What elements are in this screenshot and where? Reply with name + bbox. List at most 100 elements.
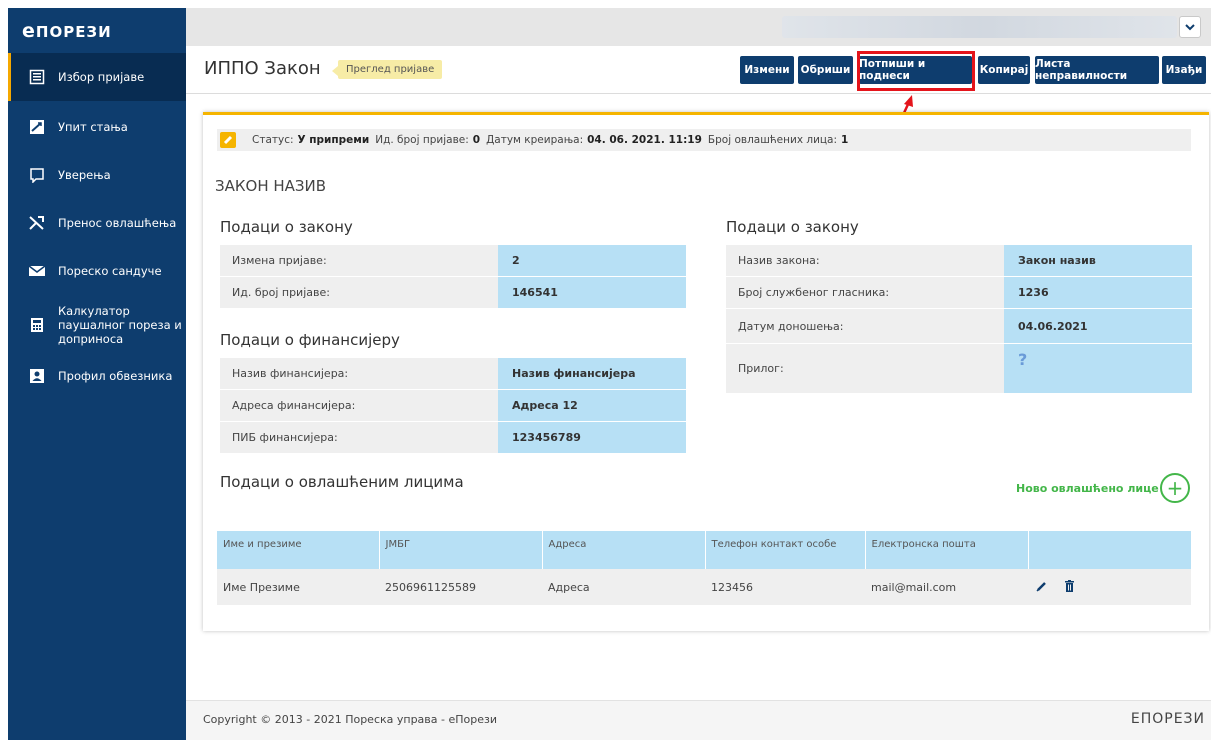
attachment-help-icon[interactable]: ? xyxy=(1004,344,1192,394)
sidebar-item-label: Профил обвезника xyxy=(58,369,173,383)
kv-value: 2 xyxy=(498,245,686,277)
cell-jmbg: 2506961125589 xyxy=(379,569,542,605)
sidebar-item-label: Пореско сандуче xyxy=(58,264,162,278)
section-title-financier: Подаци о финансијеру xyxy=(220,331,400,349)
cell-phone: 123456 xyxy=(705,569,865,605)
kv-value: 146541 xyxy=(498,277,686,309)
sidebar-item-balance-query[interactable]: Упит стања xyxy=(8,103,186,151)
calculator-icon xyxy=(26,314,48,336)
cell-name: Име Презиме xyxy=(217,569,379,605)
status-value: У припреми xyxy=(297,134,370,146)
section-title-law-left: Подаци о закону xyxy=(220,218,353,236)
return-card: Статус: У припреми Ид. број пријаве: 0 Д… xyxy=(203,112,1209,631)
kv-row: Адреса финансијера: Адреса 12 xyxy=(220,390,686,422)
sidebar-item-select-return[interactable]: Избор пријаве xyxy=(8,53,186,101)
highlight-annotation xyxy=(857,51,975,91)
column-header xyxy=(1027,531,1191,569)
created-label: Датум креирања: xyxy=(486,134,584,146)
copy-button[interactable]: Копирај xyxy=(978,56,1030,84)
footer: Copyright © 2013 - 2021 Пореска управа -… xyxy=(186,700,1211,740)
row-actions xyxy=(1028,569,1191,605)
sidebar-item-taxpayer-profile[interactable]: Профил обвезника xyxy=(8,355,186,397)
kv-key: Адреса финансијера: xyxy=(220,390,498,422)
error-list-button[interactable]: Листа неправилности xyxy=(1035,56,1159,84)
column-header: Телефон контакт особе xyxy=(704,531,865,569)
kv-key: Измена пријаве: xyxy=(220,245,498,277)
chart-icon xyxy=(26,116,48,138)
column-header: Адреса xyxy=(541,531,705,569)
sidebar-item-label: Уверења xyxy=(58,168,111,182)
sidebar-item-transfer-authorization[interactable]: Пренос овлашћења xyxy=(8,199,186,247)
created-value: 04. 06. 2021. 11:19 xyxy=(587,134,702,146)
persons-table: Име и презиме ЈМБГ Адреса Телефон контак… xyxy=(217,531,1191,605)
status-bar: Статус: У припреми Ид. број пријаве: 0 Д… xyxy=(217,129,1191,151)
kv-row: Измена пријаве: 2 xyxy=(220,245,686,277)
kv-value: 123456789 xyxy=(498,422,686,454)
kv-value: Закон назив xyxy=(1004,245,1192,277)
certificate-icon xyxy=(26,164,48,186)
copyright-text: Copyright © 2013 - 2021 Пореска управа -… xyxy=(203,713,497,726)
exit-button[interactable]: Изађи xyxy=(1162,56,1206,84)
list-form-icon xyxy=(26,66,48,88)
profile-icon xyxy=(26,365,48,387)
pencil-icon xyxy=(220,132,236,148)
kv-row: ПИБ финансијера: 123456789 xyxy=(220,422,686,454)
kv-row: Прилог: ? xyxy=(726,344,1192,394)
sidebar-item-label: Упит стања xyxy=(58,120,128,134)
edit-button[interactable]: Измени xyxy=(740,56,794,84)
kv-key: ПИБ финансијера: xyxy=(220,422,498,454)
kv-row: Назив закона: Закон назив xyxy=(726,245,1192,277)
sidebar-item-label: Избор пријаве xyxy=(58,70,145,84)
view-badge: Преглед пријаве xyxy=(331,60,443,79)
brand-logo[interactable]: еПорези xyxy=(8,8,186,53)
kv-key: Ид. број пријаве: xyxy=(220,277,498,309)
transfer-icon xyxy=(26,212,48,234)
add-person-link[interactable]: Ново овлашћено лице xyxy=(1016,482,1159,495)
table-row: Име Презиме 2506961125589 Адреса 123456 … xyxy=(217,569,1191,605)
kv-key: Датум доношења: xyxy=(726,309,1004,344)
section-title-law-right: Подаци о закону xyxy=(726,218,859,236)
sidebar-item-calculator[interactable]: Калкулатор паушалног пореза и доприноса xyxy=(8,295,186,355)
count-value: 1 xyxy=(841,134,849,146)
footer-logo: еПорези xyxy=(1130,711,1205,727)
kv-value: Назив финансијера xyxy=(498,358,686,390)
kv-key: Број службеног гласника: xyxy=(726,277,1004,309)
page-header: ИППО Закон Преглед пријаве Измени Обриши… xyxy=(186,46,1211,94)
chevron-down-icon[interactable] xyxy=(1179,16,1201,38)
sidebar-item-label: Калкулатор паушалног пореза и доприноса xyxy=(58,304,182,346)
sidebar: еПорези Избор пријаве Упит стања Уверења… xyxy=(8,8,186,740)
kv-value: 1236 xyxy=(1004,277,1192,309)
sidebar-item-certificates[interactable]: Уверења xyxy=(8,151,186,199)
kv-row: Ид. број пријаве: 146541 xyxy=(220,277,686,309)
sidebar-item-tax-mailbox[interactable]: Пореско сандуче xyxy=(8,247,186,295)
edit-pencil-icon[interactable] xyxy=(1036,580,1048,595)
kv-key: Назив финансијера: xyxy=(220,358,498,390)
kv-row: Назив финансијера: Назив финансијера xyxy=(220,358,686,390)
delete-trash-icon[interactable] xyxy=(1064,579,1075,595)
brand-prefix: е xyxy=(22,20,36,42)
table-header-row: Име и презиме ЈМБГ Адреса Телефон контак… xyxy=(217,531,1191,569)
page-title: ИППО Закон xyxy=(204,58,321,79)
user-info-blurred xyxy=(782,16,1177,38)
count-label: Број овлашћених лица: xyxy=(707,134,838,146)
kv-value: Адреса 12 xyxy=(498,390,686,422)
kv-row: Датум доношења: 04.06.2021 xyxy=(726,309,1192,344)
kv-value: 04.06.2021 xyxy=(1004,309,1192,344)
add-person-plus-icon[interactable]: + xyxy=(1160,473,1190,503)
id-value: 0 xyxy=(472,134,481,146)
column-header: Електронска пошта xyxy=(864,531,1028,569)
mail-icon xyxy=(26,260,48,282)
status-label: Статус: xyxy=(252,134,294,146)
cell-address: Адреса xyxy=(542,569,705,605)
cell-email: mail@mail.com xyxy=(865,569,1028,605)
law-name: ЗАКОН НАЗИВ xyxy=(215,177,327,195)
kv-row: Број службеног гласника: 1236 xyxy=(726,277,1192,309)
sidebar-item-label: Пренос овлашћења xyxy=(58,216,177,230)
kv-key: Назив закона: xyxy=(726,245,1004,277)
id-label: Ид. број пријаве: xyxy=(375,134,469,146)
section-title-persons: Подаци о овлашћеним лицима xyxy=(220,473,464,491)
column-header: ЈМБГ xyxy=(378,531,542,569)
top-bar xyxy=(186,8,1211,46)
column-header: Име и презиме xyxy=(217,531,379,569)
delete-button[interactable]: Обриши xyxy=(798,56,853,84)
